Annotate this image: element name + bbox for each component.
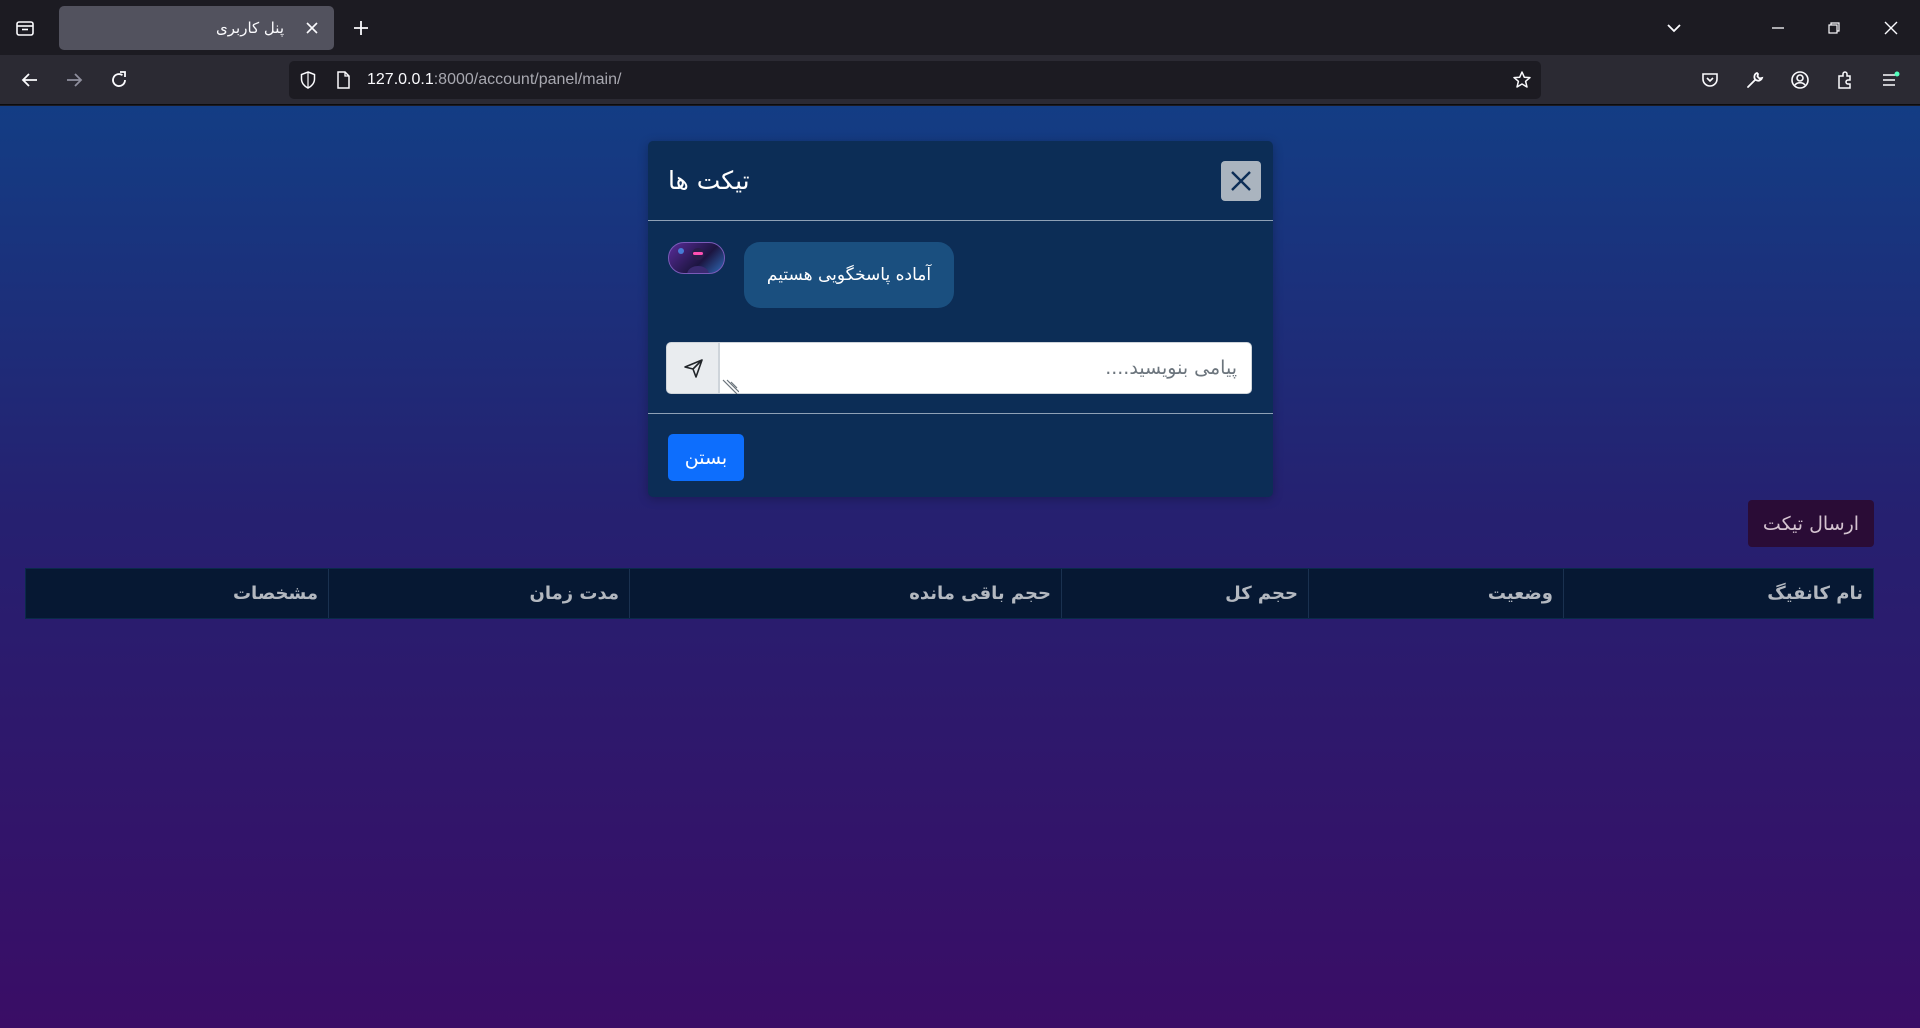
table-header-cell: مدت زمان [328,569,629,618]
table-header-cell: حجم کل [1061,569,1308,618]
page-viewport: ارسال تیکت نام کانفیگ وضعیت حجم کل حجم ب… [0,106,1920,1028]
send-icon [683,359,703,378]
shield-icon[interactable] [298,70,318,90]
modal-close-button[interactable] [1221,161,1261,201]
minimize-icon[interactable] [1762,12,1794,44]
account-icon[interactable] [1784,64,1816,96]
table-header-cell: مشخصات [232,583,318,604]
reload-icon[interactable] [103,64,135,96]
configs-table-header: نام کانفیگ وضعیت حجم کل حجم باقی مانده م… [25,568,1874,619]
modal-header: تیکت ها [648,141,1273,221]
list-all-tabs-icon[interactable] [1658,12,1690,44]
modal-title: تیکت ها [668,166,750,195]
restore-icon[interactable] [1818,12,1850,44]
url-text[interactable]: 127.0.0.1:8000/account/panel/main/ [367,61,621,99]
menu-icon[interactable] [1874,64,1906,96]
modal-footer-divider [648,413,1273,414]
browser-tab-bar: پنل کاربری [0,0,1920,55]
table-header-cell: حجم باقی مانده [629,569,1061,618]
url-path: :8000/account/panel/main/ [433,71,622,88]
tickets-modal: تیکت ها آماده پاسخگویی هستیم بستن [648,141,1273,497]
bookmark-star-icon[interactable] [1512,70,1532,90]
browser-tab-active[interactable]: پنل کاربری [59,6,334,50]
tab-overview-icon[interactable] [9,12,41,44]
forward-icon[interactable] [58,64,90,96]
close-icon [1231,171,1251,191]
url-host: 127.0.0.1 [367,71,434,88]
tab-title: پنل کاربری [216,19,284,37]
extensions-icon[interactable] [1829,64,1861,96]
new-tab-icon[interactable] [345,12,377,44]
close-window-icon[interactable] [1875,12,1907,44]
tab-close-icon[interactable] [302,18,322,38]
table-header-cell: وضعیت [1308,569,1563,618]
url-bar[interactable]: 127.0.0.1:8000/account/panel/main/ [289,61,1541,99]
pocket-icon[interactable] [1694,64,1726,96]
resize-grip-icon[interactable] [721,378,740,395]
message-input[interactable] [719,342,1252,394]
support-avatar [668,242,725,274]
chat-message-bubble: آماده پاسخگویی هستیم [744,242,954,308]
wrench-icon[interactable] [1739,64,1771,96]
message-composer [666,342,1252,395]
send-message-button[interactable] [666,342,719,394]
back-icon[interactable] [14,64,46,96]
browser-nav-bar: 127.0.0.1:8000/account/panel/main/ [0,55,1920,105]
send-ticket-button[interactable]: ارسال تیکت [1748,500,1874,547]
table-header-cell: نام کانفیگ [1563,569,1873,618]
page-info-icon[interactable] [333,70,353,90]
close-modal-button[interactable]: بستن [668,434,744,481]
